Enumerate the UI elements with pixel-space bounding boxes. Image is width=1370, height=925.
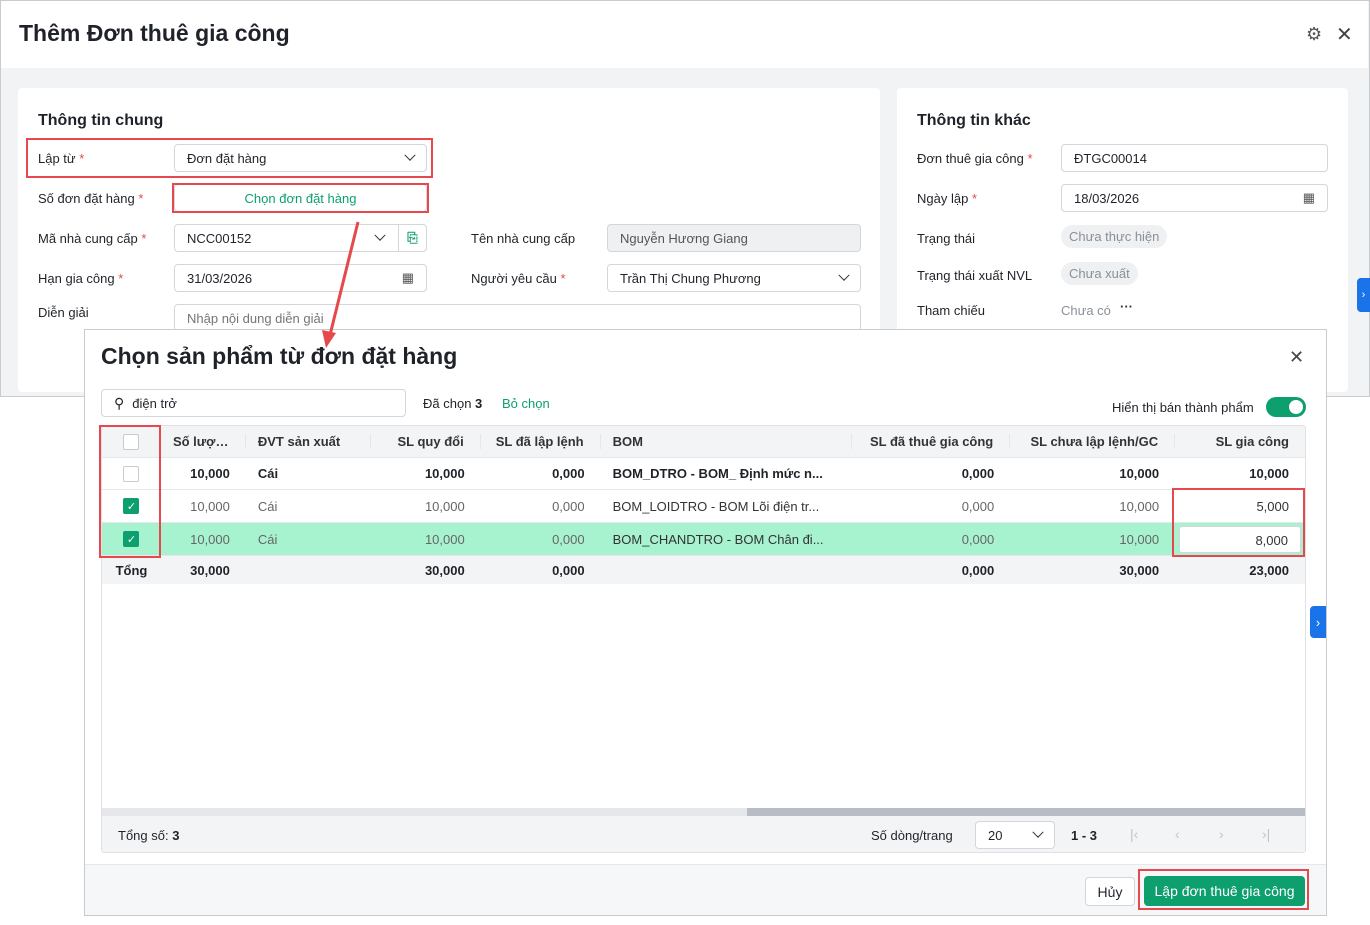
annotation-arrow (322, 221, 360, 348)
